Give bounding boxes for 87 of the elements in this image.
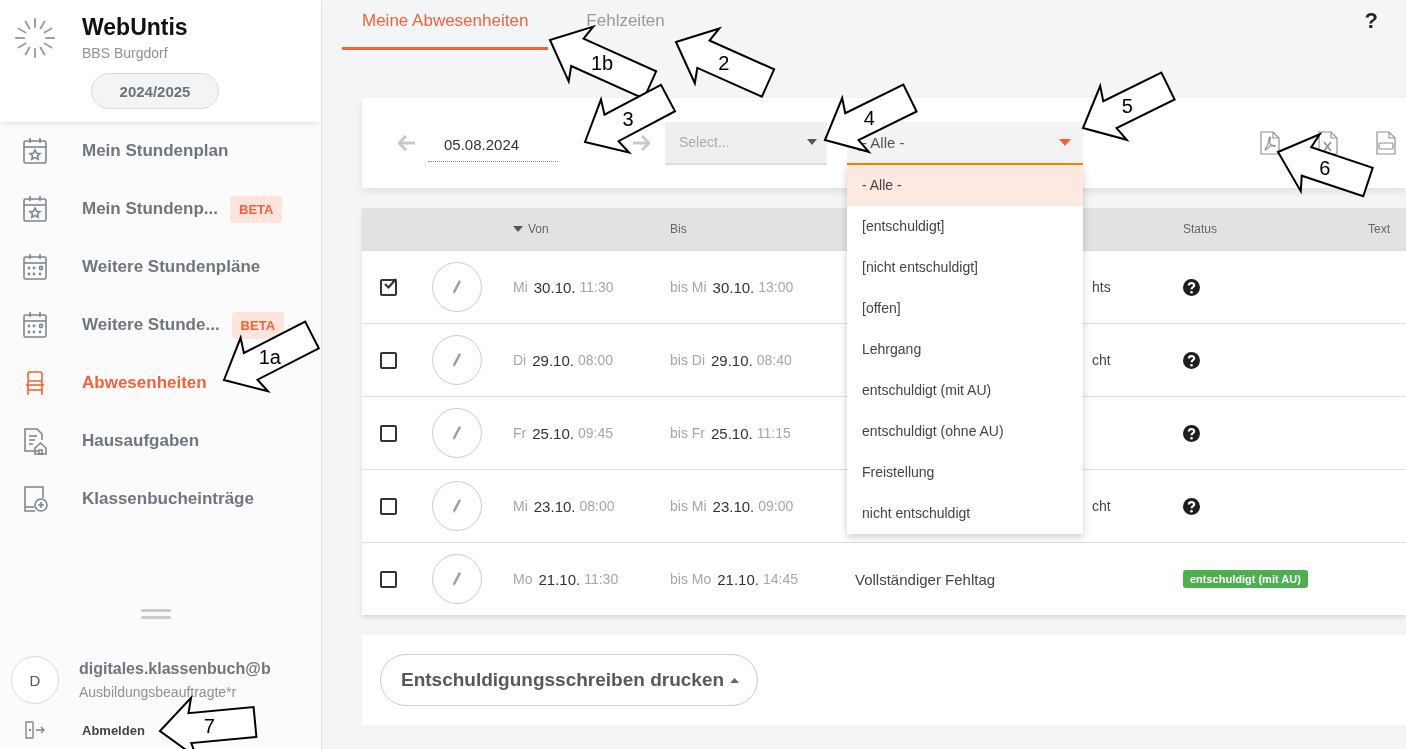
status-badge: entschuldigt (mit AU) [1183, 570, 1308, 588]
callout-number: 7 [203, 715, 215, 738]
help-button[interactable]: ? [1364, 8, 1378, 34]
print-button[interactable]: Entschuldigungsschreiben drucken [380, 654, 759, 706]
from-date-cell-text: Mo 21.10. 11:30 [512, 569, 620, 590]
beta-badge: BETA [231, 311, 285, 339]
from-date-cell-text: Mi 30.10. 11:30 [512, 277, 615, 298]
reason-text: Vollständiger Fehltag [855, 570, 996, 588]
caret-icon [1059, 138, 1071, 146]
user-email: digitales.klassenbuch@b [79, 660, 272, 678]
from-date-cell-text: Mi 23.10. 08:00 [512, 496, 616, 517]
dropdown-option[interactable]: entschuldigt (ohne AU) [847, 410, 1083, 452]
dropdown-option[interactable]: - Alle - [847, 164, 1083, 206]
edit-button[interactable] [432, 408, 482, 458]
column-header[interactable]: Von [500, 222, 657, 236]
checkbox[interactable] [379, 278, 397, 296]
arrow-left-icon[interactable] [398, 135, 416, 151]
dropdown-option[interactable]: Lehrgang [847, 328, 1083, 370]
checkbox[interactable] [379, 570, 397, 588]
calendar-icon [22, 311, 48, 339]
to-date-cell-text: bis Di 29.10. 08:40 [669, 350, 793, 371]
to-date-cell-text: bis Mo 21.10. 14:45 [669, 569, 799, 590]
pencil-icon [452, 571, 462, 587]
reason-text: cht [1092, 498, 1111, 514]
logout-link[interactable]: Abmelden [0, 720, 145, 749]
document-plus-icon [22, 485, 48, 513]
column-title: Von [528, 222, 549, 236]
beta-badge: BETA [230, 195, 283, 223]
logo-icon [14, 16, 56, 59]
nav-item[interactable]: Hausaufgaben [0, 412, 200, 470]
caret-icon [807, 139, 817, 145]
nav-item[interactable]: Mein Stundenplan [0, 122, 229, 180]
reason-text: hts [1092, 279, 1111, 295]
checkbox[interactable] [379, 351, 397, 369]
dropdown-option[interactable]: entschuldigt (mit AU) [847, 369, 1083, 411]
pencil-icon [452, 352, 462, 368]
drag-handle-icon[interactable] [141, 608, 171, 620]
school-name: BBS Burgdorf [82, 45, 169, 61]
pencil-icon [452, 498, 462, 514]
pdf-file-icon[interactable] [1260, 131, 1280, 155]
callout-number: 1a [258, 345, 281, 368]
column-header[interactable]: Status [1170, 222, 1316, 236]
app-name: WebUntis [82, 14, 188, 41]
dropdown-option[interactable]: [entschuldigt] [847, 205, 1083, 247]
edit-button[interactable] [432, 554, 482, 604]
question-circle-icon [1183, 351, 1200, 369]
nav-item[interactable]: Klassenbucheinträge [0, 470, 254, 528]
document-house-icon [22, 427, 48, 455]
dropdown-option[interactable]: nicht entschuldigt [847, 492, 1083, 534]
pencil-icon [452, 279, 462, 295]
pencil-icon [452, 425, 462, 441]
callout-number: 3 [622, 108, 634, 131]
excel-file-icon[interactable] [1318, 131, 1338, 155]
edit-button[interactable] [432, 481, 482, 531]
arrow-right-icon[interactable] [632, 135, 650, 151]
question-circle-icon [1183, 424, 1200, 442]
to-date-cell-text: bis Mi 23.10. 09:00 [669, 496, 795, 517]
school-year-button[interactable]: 2024/2025 [91, 73, 219, 109]
reason-text: cht [1092, 352, 1111, 368]
logout-icon [24, 720, 46, 740]
column-header[interactable]: Bis [657, 222, 842, 236]
from-date-cell-text: Di 29.10. 08:00 [512, 350, 614, 371]
callout-number: 1b [590, 52, 614, 75]
to-date-cell-text: bis Mi 30.10. 13:00 [669, 277, 795, 298]
edit-button[interactable] [432, 335, 482, 385]
dropdown-option[interactable]: Freistellung [847, 451, 1083, 493]
column-header[interactable]: Text [1316, 222, 1406, 236]
question-circle-icon [1183, 278, 1200, 296]
from-date-cell-text: Fr 25.10. 09:45 [512, 423, 614, 444]
callout-number: 2 [718, 52, 730, 75]
question-circle-icon [1183, 497, 1200, 515]
nav-item[interactable]: Mein Stundenp... BETA [0, 180, 283, 238]
callout-number: 6 [1319, 156, 1331, 179]
sort-caret-icon [513, 226, 523, 232]
nav-item[interactable]: Weitere Stundenpläne [0, 238, 261, 296]
avatar[interactable]: D [11, 656, 59, 704]
checkbox[interactable] [379, 424, 397, 442]
user-role: Ausbildungsbeauftragte*r [79, 684, 238, 700]
caret-icon [730, 677, 740, 683]
checkbox[interactable] [379, 497, 397, 515]
dropdown-option[interactable]: [nicht entschuldigt] [847, 246, 1083, 288]
dropdown-option[interactable]: [offen] [847, 287, 1083, 329]
callout-number: 5 [1121, 95, 1133, 118]
edit-button[interactable] [432, 262, 482, 312]
calendar-icon [22, 253, 48, 281]
date-field[interactable]: 05.08.2024 [428, 128, 558, 162]
to-date-cell-text: bis Fr 25.10. 11:15 [669, 423, 792, 444]
